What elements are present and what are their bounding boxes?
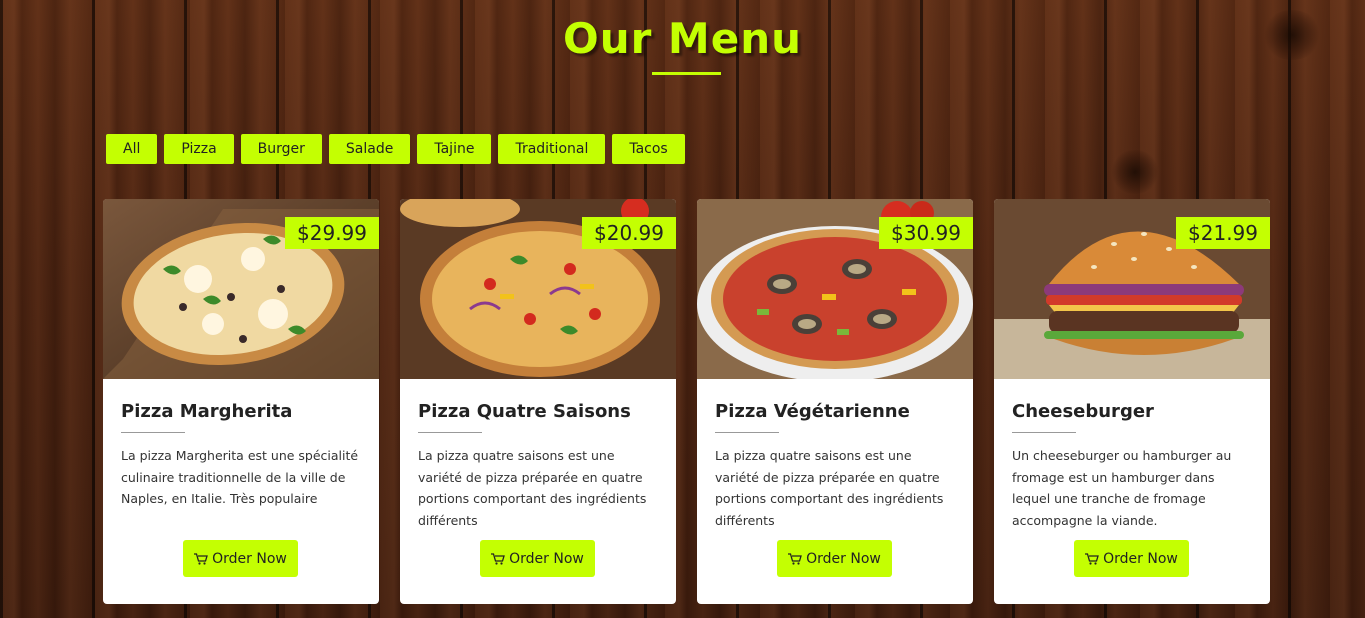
menu-card-cheeseburger: $21.99 Cheeseburger Un cheeseburger ou h…: [994, 199, 1270, 604]
wood-knot: [1110, 150, 1160, 194]
title-underline: [652, 72, 721, 75]
filter-tajine-button[interactable]: Tajine: [417, 134, 492, 164]
category-filters: All Pizza Burger Salade Tajine Tradition…: [106, 134, 685, 164]
card-divider: [418, 432, 482, 433]
cart-icon: [1085, 552, 1099, 565]
cheeseburger-photo: $21.99: [994, 199, 1270, 379]
order-now-label: Order Now: [212, 550, 287, 567]
menu-card-pizza-margherita: $29.99 Pizza Margherita La pizza Margher…: [103, 199, 379, 604]
menu-cards: $29.99 Pizza Margherita La pizza Margher…: [103, 199, 1270, 604]
pizza-margherita-photo: $29.99: [103, 199, 379, 379]
card-title: Pizza Végétarienne: [715, 401, 910, 422]
filter-tacos-button[interactable]: Tacos: [612, 134, 685, 164]
price-tag: $21.99: [1176, 217, 1270, 249]
card-description: Un cheeseburger ou hamburger au fromage …: [1012, 448, 1232, 528]
order-now-label: Order Now: [1103, 550, 1178, 567]
order-now-button[interactable]: Order Now: [480, 540, 595, 577]
price-tag: $29.99: [285, 217, 379, 249]
order-now-button[interactable]: Order Now: [777, 540, 892, 577]
cart-icon: [491, 552, 505, 565]
card-divider: [121, 432, 185, 433]
order-now-label: Order Now: [806, 550, 881, 567]
card-description: La pizza quatre saisons est une variété …: [418, 448, 647, 528]
order-now-button[interactable]: Order Now: [183, 540, 298, 577]
filter-traditional-button[interactable]: Traditional: [498, 134, 606, 164]
pizza-quatre-saisons-photo: $20.99: [400, 199, 676, 379]
card-divider: [1012, 432, 1076, 433]
cart-icon: [788, 552, 802, 565]
card-description: La pizza quatre saisons est une variété …: [715, 448, 944, 528]
menu-card-pizza-quatre-saisons: $20.99 Pizza Quatre Saisons La pizza qua…: [400, 199, 676, 604]
cart-icon: [194, 552, 208, 565]
card-divider: [715, 432, 779, 433]
menu-card-pizza-vegetarienne: $30.99 Pizza Végétarienne La pizza quatr…: [697, 199, 973, 604]
price-tag: $30.99: [879, 217, 973, 249]
order-now-button[interactable]: Order Now: [1074, 540, 1189, 577]
card-title: Cheeseburger: [1012, 401, 1154, 422]
page-title: Our Menu: [562, 14, 803, 63]
pizza-vegetarienne-photo: $30.99: [697, 199, 973, 379]
order-now-label: Order Now: [509, 550, 584, 567]
card-description: La pizza Margherita est une spécialité c…: [121, 448, 359, 506]
price-tag: $20.99: [582, 217, 676, 249]
filter-salade-button[interactable]: Salade: [328, 134, 411, 164]
filter-pizza-button[interactable]: Pizza: [164, 134, 234, 164]
card-title: Pizza Quatre Saisons: [418, 401, 631, 422]
filter-burger-button[interactable]: Burger: [240, 134, 322, 164]
card-title: Pizza Margherita: [121, 401, 293, 422]
filter-all-button[interactable]: All: [106, 134, 158, 164]
